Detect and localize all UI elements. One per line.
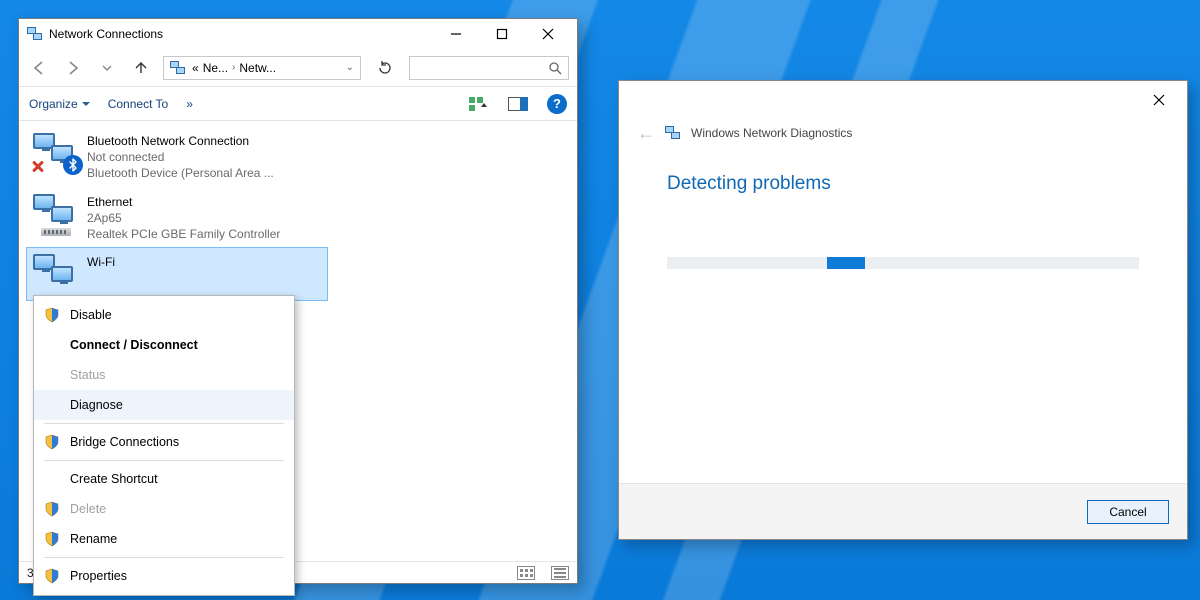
diag-breadcrumb: ← Windows Network Diagnostics (619, 119, 1187, 147)
forward-button[interactable] (61, 56, 85, 80)
back-button[interactable] (27, 56, 51, 80)
minimize-button[interactable] (433, 20, 479, 48)
chevron-down-icon[interactable]: ⌄ (346, 62, 354, 73)
addr-seg2[interactable]: Netw... (239, 61, 276, 75)
command-bar: Organize Connect To » ? (19, 87, 577, 121)
back-arrow-icon[interactable]: ← (637, 123, 655, 144)
shield-icon (44, 531, 60, 547)
menu-separator (44, 423, 284, 424)
connect-to-menu[interactable]: Connect To (108, 97, 169, 111)
connection-name: Ethernet (87, 194, 280, 210)
menu-item-label: Disable (70, 308, 112, 322)
bluetooth-badge-icon (63, 155, 83, 175)
menu-item-label: Create Shortcut (70, 472, 158, 486)
connection-status: 2Ap65 (87, 210, 280, 226)
connection-wifi[interactable]: Wi-Fi (27, 248, 327, 300)
addr-icon (170, 60, 186, 76)
connection-name: Bluetooth Network Connection (87, 133, 274, 149)
connect-to-label: Connect To (108, 97, 169, 111)
up-button[interactable] (129, 56, 153, 80)
shield-icon (44, 501, 60, 517)
chevron-right-icon[interactable]: › (232, 62, 235, 73)
disconnected-badge-icon (31, 159, 45, 173)
more-label: » (186, 97, 193, 111)
nav-row: « Ne... › Netw... ⌄ (19, 49, 577, 87)
menu-item-label: Bridge Connections (70, 435, 179, 449)
connection-ethernet[interactable]: Ethernet 2Ap65 Realtek PCIe GBE Family C… (27, 188, 327, 249)
diagnostics-window: ← Windows Network Diagnostics Detecting … (618, 80, 1188, 540)
close-button[interactable] (525, 20, 571, 48)
search-box[interactable] (409, 56, 569, 80)
connection-device: Bluetooth Device (Personal Area ... (87, 165, 274, 181)
menu-item-label: Diagnose (70, 398, 123, 412)
menu-item-label: Status (70, 368, 105, 382)
diag-icon (665, 125, 681, 141)
diag-heading: Detecting problems (667, 173, 1139, 195)
menu-item-rename[interactable]: Rename (34, 524, 294, 554)
view-list-icon[interactable] (551, 566, 569, 580)
recent-dropdown[interactable] (95, 56, 119, 80)
organize-label: Organize (29, 97, 78, 111)
connection-status: Not connected (87, 149, 274, 165)
shield-icon (44, 568, 60, 584)
connection-device: Realtek PCIe GBE Family Controller (87, 226, 280, 242)
menu-item-delete: Delete (34, 494, 294, 524)
menu-item-label: Connect / Disconnect (70, 338, 198, 352)
diag-title: Windows Network Diagnostics (691, 126, 852, 140)
addr-root: « (192, 61, 199, 75)
connection-name: Wi-Fi (87, 254, 115, 270)
menu-item-label: Delete (70, 502, 106, 516)
diag-footer: Cancel (619, 483, 1187, 539)
nic-badge-icon (41, 228, 71, 236)
progress-fill (827, 257, 865, 269)
maximize-button[interactable] (479, 20, 525, 48)
menu-item-properties[interactable]: Properties (34, 561, 294, 591)
connection-bluetooth[interactable]: Bluetooth Network Connection Not connect… (27, 127, 327, 188)
menu-item-disable[interactable]: Disable (34, 300, 294, 330)
menu-separator (44, 460, 284, 461)
help-button[interactable]: ? (547, 94, 567, 114)
titlebar[interactable]: Network Connections (19, 19, 577, 49)
menu-item-status: Status (34, 360, 294, 390)
shield-icon (44, 434, 60, 450)
organize-menu[interactable]: Organize (29, 97, 90, 111)
network-connections-icon (27, 26, 43, 42)
bluetooth-adapter-icon (33, 133, 77, 173)
menu-item-label: Properties (70, 569, 127, 583)
context-menu: Disable Connect / Disconnect Status Diagnos… (33, 295, 295, 596)
diag-titlebar[interactable] (619, 81, 1187, 119)
shield-icon (44, 307, 60, 323)
window-title: Network Connections (49, 27, 163, 41)
refresh-button[interactable] (371, 54, 399, 82)
wifi-adapter-icon (33, 254, 77, 294)
close-button[interactable] (1137, 85, 1181, 115)
menu-item-bridge-connections[interactable]: Bridge Connections (34, 427, 294, 457)
cancel-label: Cancel (1109, 505, 1146, 519)
cancel-button[interactable]: Cancel (1087, 500, 1169, 524)
menu-item-label: Rename (70, 532, 117, 546)
addr-seg1[interactable]: Ne... (203, 61, 228, 75)
menu-item-connect-disconnect[interactable]: Connect / Disconnect (34, 330, 294, 360)
ethernet-adapter-icon (33, 194, 77, 234)
view-options-icon[interactable] (467, 93, 489, 115)
address-bar[interactable]: « Ne... › Netw... ⌄ (163, 56, 361, 80)
menu-item-create-shortcut[interactable]: Create Shortcut (34, 464, 294, 494)
more-commands[interactable]: » (186, 97, 193, 111)
progress-bar (667, 257, 1139, 269)
menu-item-diagnose[interactable]: Diagnose (34, 390, 294, 420)
search-icon (548, 61, 562, 75)
menu-separator (44, 557, 284, 558)
preview-pane-icon[interactable] (507, 93, 529, 115)
view-details-icon[interactable] (517, 566, 535, 580)
